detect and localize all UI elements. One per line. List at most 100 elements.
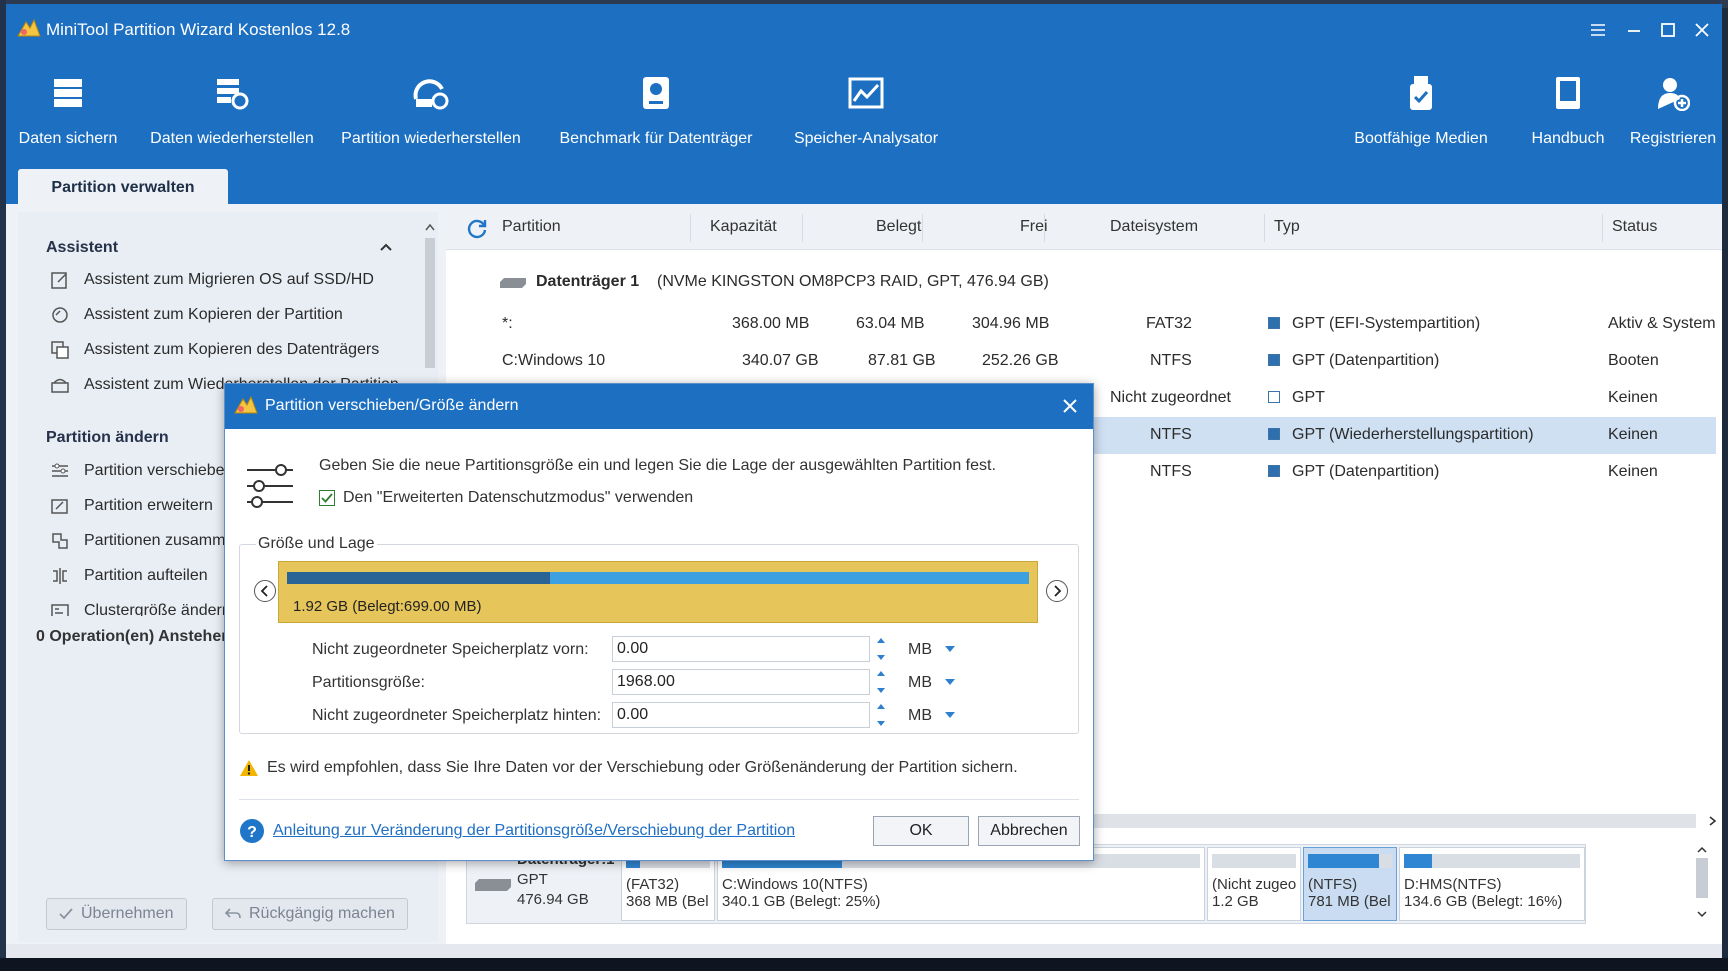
field-label: Nicht zugeordneter Speicherplatz hinten: [312, 707, 602, 724]
warning-icon [239, 759, 259, 777]
usage-bar [1212, 854, 1296, 868]
cell-status: Keinen [1608, 426, 1658, 443]
unit-dropdown-icon[interactable] [944, 711, 956, 719]
cell-filesystem: FAT32 [1146, 315, 1192, 332]
disk-map-style: GPT [517, 871, 548, 888]
menu-icon[interactable] [1584, 16, 1612, 44]
dialog-close-icon[interactable] [1057, 393, 1083, 419]
partition-type-icon [1268, 465, 1280, 477]
field-row-unallocated-before: Nicht zugeordneter Speicherplatz vorn: M… [240, 635, 1080, 665]
header-separator [1602, 214, 1603, 242]
spin-buttons[interactable] [872, 669, 890, 695]
disk-map-partition[interactable]: D:HMS(NTFS) 134.6 GB (Belegt: 16%) [1399, 847, 1585, 921]
disk-map-partition[interactable]: (Nicht zugeo 1.2 GB [1207, 847, 1301, 921]
spin-buttons[interactable] [872, 636, 890, 662]
disk-map-scrollbar[interactable] [1692, 844, 1712, 924]
disk-row[interactable]: Datenträger 1 (NVMe KINGSTON OM8PCP3 RAI… [446, 264, 1716, 301]
space-analyzer-label: Speicher-Analysator [793, 130, 939, 147]
disk-map-partition-fs: (Nicht zugeo [1212, 876, 1297, 893]
data-recovery-button[interactable]: Daten wiederherstellen [142, 64, 322, 154]
apply-label: Übernehmen [81, 905, 174, 922]
taskbar [0, 958, 1728, 971]
refresh-icon[interactable] [466, 217, 488, 239]
disk-benchmark-icon [641, 64, 671, 122]
sidebar-item-label: Assistent zum Migrieren OS auf SSD/HD [84, 271, 374, 288]
merge-partition-icon [48, 530, 72, 552]
disk-benchmark-label: Benchmark für Datenträger [559, 130, 753, 147]
table-row[interactable]: C:Windows 10 340.07 GB 87.81 GB 252.26 G… [446, 343, 1716, 380]
disk-drive-icon [498, 276, 528, 290]
svg-text:?: ? [247, 824, 257, 841]
manual-button[interactable]: Handbuch [1518, 64, 1618, 154]
app-logo-icon [16, 16, 42, 40]
checkbox-checked-icon[interactable] [319, 490, 335, 506]
disk-map-partition-selected[interactable]: (NTFS) 781 MB (Bel [1303, 847, 1397, 921]
unallocated-before-input[interactable] [612, 636, 870, 662]
unit-dropdown-icon[interactable] [944, 678, 956, 686]
cancel-button[interactable]: Abbrechen [978, 816, 1080, 846]
header-partition[interactable]: Partition [502, 218, 561, 236]
disk-map-partition-size: 781 MB (Bel [1308, 893, 1391, 910]
cancel-label: Abbrechen [990, 822, 1068, 839]
ok-label: OK [909, 822, 933, 839]
split-partition-icon [48, 565, 72, 587]
minimize-icon[interactable] [1620, 16, 1648, 44]
disk-benchmark-button[interactable]: Benchmark für Datenträger [556, 64, 756, 154]
header-separator [1264, 214, 1265, 242]
header-separator [690, 214, 691, 242]
register-icon [1656, 64, 1690, 122]
data-protection-checkbox[interactable]: Den "Erweiterten Datenschutzmodus" verwe… [319, 489, 693, 507]
warning-text: Es wird empfohlen, dass Sie Ihre Daten v… [267, 759, 1018, 776]
header-used[interactable]: Belegt [876, 218, 921, 236]
unallocated-after-input[interactable] [612, 702, 870, 728]
partition-bar-track [287, 572, 1029, 584]
move-resize-icon [48, 460, 72, 482]
help-link[interactable]: Anleitung zur Veränderung der Partitions… [273, 822, 795, 840]
cell-status: Keinen [1608, 463, 1658, 480]
sidebar-item-migrate-os[interactable]: Assistent zum Migrieren OS auf SSD/HD [48, 266, 374, 294]
space-analyzer-icon [848, 64, 884, 122]
partition-recovery-button[interactable]: Partition wiederherstellen [340, 64, 522, 154]
sidebar-scrollbar[interactable] [420, 222, 440, 372]
header-filesystem[interactable]: Dateisystem [1110, 218, 1198, 236]
collapse-icon[interactable] [380, 242, 392, 252]
sidebar-item-label: Assistent zum Kopieren der Partition [84, 306, 343, 323]
cell-used: 63.04 MB [856, 315, 925, 332]
move-left-icon[interactable] [254, 580, 276, 602]
header-status[interactable]: Status [1612, 218, 1657, 236]
table-header: Partition Kapazität Belegt Frei Dateisys… [446, 204, 1722, 250]
header-separator [922, 214, 923, 242]
help-icon[interactable]: ? [239, 818, 265, 844]
tab-partition-manage[interactable]: Partition verwalten [18, 169, 228, 207]
backup-button[interactable]: Daten sichern [12, 64, 124, 154]
disk-map-partition-size: 134.6 GB (Belegt: 16%) [1404, 893, 1563, 910]
sidebar-item-copy-partition[interactable]: Assistent zum Kopieren der Partition [48, 301, 343, 329]
sidebar-item-copy-disk[interactable]: Assistent zum Kopieren des Datenträgers [48, 336, 379, 364]
sidebar-item-split[interactable]: Partition aufteilen [48, 562, 208, 590]
table-row[interactable]: *: 368.00 MB 63.04 MB 304.96 MB FAT32 GP… [446, 306, 1716, 343]
apply-button[interactable]: Übernehmen [46, 898, 187, 930]
disk-map-partition-fs: (FAT32) [626, 876, 680, 893]
bootable-media-button[interactable]: Bootfähige Medien [1346, 64, 1496, 154]
close-icon[interactable] [1688, 16, 1716, 44]
dialog-logo-icon [233, 393, 259, 417]
move-right-icon[interactable] [1046, 580, 1068, 602]
header-type[interactable]: Typ [1274, 218, 1300, 236]
partition-size-bar[interactable]: 1.92 GB (Belegt:699.00 MB) [278, 561, 1038, 623]
undo-button[interactable]: Rückgängig machen [212, 898, 408, 930]
unit-dropdown-icon[interactable] [944, 645, 956, 653]
partition-type-icon [1268, 354, 1280, 366]
ok-button[interactable]: OK [873, 816, 969, 846]
partition-bar-used [287, 572, 551, 584]
dialog-separator [239, 799, 1079, 800]
register-label: Registrieren [1629, 130, 1717, 147]
header-capacity[interactable]: Kapazität [710, 218, 777, 236]
cell-filesystem: NTFS [1150, 426, 1192, 443]
partition-size-input[interactable] [612, 669, 870, 695]
register-button[interactable]: Registrieren [1626, 64, 1720, 154]
scroll-right-icon[interactable] [1706, 815, 1718, 827]
space-analyzer-button[interactable]: Speicher-Analysator [786, 64, 946, 154]
sidebar-item-extend[interactable]: Partition erweitern [48, 492, 213, 520]
spin-buttons[interactable] [872, 702, 890, 728]
maximize-icon[interactable] [1654, 16, 1682, 44]
